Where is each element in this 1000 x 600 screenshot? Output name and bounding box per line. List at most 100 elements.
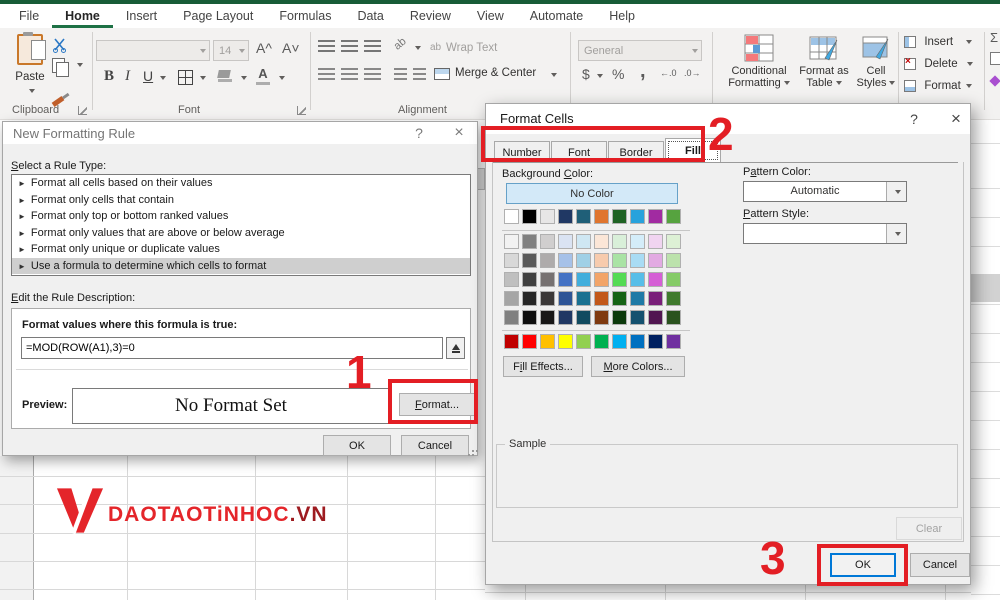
color-swatch[interactable] — [612, 209, 627, 224]
align-left-icon[interactable] — [318, 68, 335, 80]
color-swatch[interactable] — [594, 272, 609, 287]
scroll-grip[interactable] — [477, 168, 485, 190]
color-swatch[interactable] — [504, 253, 519, 268]
color-swatch[interactable] — [576, 272, 591, 287]
color-swatch[interactable] — [612, 234, 627, 249]
cancel-button[interactable]: Cancel — [401, 435, 469, 456]
color-swatch[interactable] — [630, 272, 645, 287]
color-swatch[interactable] — [558, 234, 573, 249]
rule-type-option[interactable]: ► Format only top or bottom ranked values — [12, 208, 470, 225]
formula-input[interactable] — [21, 337, 443, 359]
fill-icon[interactable] — [990, 52, 1000, 65]
cell-styles-button[interactable]: Cell Styles — [852, 36, 900, 89]
combo-arrow[interactable] — [886, 182, 906, 201]
align-top-icon[interactable] — [318, 40, 335, 52]
autosum-icon[interactable]: Σ — [990, 30, 998, 45]
decrease-decimal-button[interactable]: .0→ — [684, 68, 701, 78]
accounting-chevron-icon[interactable] — [597, 74, 603, 78]
color-swatch[interactable] — [594, 291, 609, 306]
color-swatch[interactable] — [522, 234, 537, 249]
color-swatch[interactable] — [648, 272, 663, 287]
fill-effects-button[interactable]: Fill Effects... — [503, 356, 583, 377]
no-color-button[interactable]: No Color — [506, 183, 678, 204]
color-swatch[interactable] — [540, 272, 555, 287]
color-swatch[interactable] — [540, 310, 555, 325]
merge-center-chevron-icon[interactable] — [551, 73, 557, 77]
color-swatch[interactable] — [666, 310, 681, 325]
decrease-indent-icon[interactable] — [394, 68, 407, 80]
color-swatch[interactable] — [504, 334, 519, 349]
cancel-button[interactable]: Cancel — [910, 553, 970, 577]
color-swatch[interactable] — [630, 334, 645, 349]
color-swatch[interactable] — [522, 272, 537, 287]
color-swatch[interactable] — [630, 291, 645, 306]
color-swatch[interactable] — [540, 291, 555, 306]
fill-color-chevron-icon[interactable] — [241, 76, 247, 80]
conditional-formatting-button[interactable]: Conditional Formatting — [726, 34, 792, 89]
help-icon[interactable]: ? — [902, 111, 926, 127]
copy-chevron-icon[interactable] — [77, 63, 83, 67]
color-swatch[interactable] — [666, 209, 681, 224]
ribbon-tab[interactable]: Data — [344, 4, 396, 28]
color-swatch[interactable] — [522, 310, 537, 325]
align-center-icon[interactable] — [341, 68, 358, 80]
ribbon-tab[interactable]: View — [464, 4, 517, 28]
color-swatch[interactable] — [558, 334, 573, 349]
color-swatch[interactable] — [648, 310, 663, 325]
format-as-table-button[interactable]: Format as Table — [794, 36, 854, 89]
color-swatch[interactable] — [576, 253, 591, 268]
clipboard-dialog-launcher-icon[interactable] — [78, 106, 87, 115]
bold-button[interactable]: B — [104, 68, 114, 85]
increase-decimal-button[interactable]: ←.0 — [660, 68, 677, 78]
comma-style-button[interactable]: , — [640, 60, 646, 83]
color-swatch[interactable] — [648, 291, 663, 306]
increase-indent-icon[interactable] — [413, 68, 426, 80]
color-swatch[interactable] — [648, 209, 663, 224]
font-dialog-launcher-icon[interactable] — [297, 106, 306, 115]
ok-button[interactable]: OK — [323, 435, 391, 456]
ribbon-tab[interactable]: Formulas — [266, 4, 344, 28]
format-cells-button[interactable]: Format — [904, 78, 973, 92]
combo-arrow[interactable] — [886, 224, 906, 243]
rule-type-option[interactable]: ► Format only unique or duplicate values — [12, 241, 470, 258]
color-swatch[interactable] — [540, 209, 555, 224]
color-swatch[interactable] — [504, 310, 519, 325]
font-name-combo[interactable] — [96, 40, 210, 61]
collapse-dialog-button[interactable] — [446, 337, 465, 359]
rule-type-option[interactable]: ► Format only values that are above or be… — [12, 225, 470, 242]
color-swatch[interactable] — [522, 334, 537, 349]
color-swatch[interactable] — [594, 234, 609, 249]
color-swatch[interactable] — [666, 253, 681, 268]
italic-button[interactable]: I — [125, 68, 130, 85]
align-bottom-icon[interactable] — [364, 40, 381, 52]
font-color-chevron-icon[interactable] — [279, 76, 285, 80]
ribbon-tab[interactable]: Automate — [517, 4, 597, 28]
paste-button[interactable]: Paste — [10, 32, 50, 97]
insert-cells-button[interactable]: Insert — [904, 34, 973, 48]
color-swatch[interactable] — [648, 334, 663, 349]
color-swatch[interactable] — [558, 272, 573, 287]
align-middle-icon[interactable] — [341, 40, 358, 52]
color-swatch[interactable] — [558, 310, 573, 325]
fill-color-button[interactable] — [217, 70, 232, 82]
color-swatch[interactable] — [576, 209, 591, 224]
color-swatch[interactable] — [504, 234, 519, 249]
ribbon-tab[interactable]: Review — [397, 4, 464, 28]
color-swatch[interactable] — [612, 310, 627, 325]
color-swatch[interactable] — [558, 291, 573, 306]
percent-style-button[interactable]: % — [612, 66, 624, 82]
ribbon-tab[interactable]: Page Layout — [170, 4, 266, 28]
color-swatch[interactable] — [594, 334, 609, 349]
color-swatch[interactable] — [540, 253, 555, 268]
cut-icon[interactable] — [52, 38, 67, 53]
ribbon-tab[interactable]: File — [6, 4, 52, 28]
color-swatch[interactable] — [522, 209, 537, 224]
color-swatch[interactable] — [612, 334, 627, 349]
color-swatch[interactable] — [558, 209, 573, 224]
rule-type-option[interactable]: ► Format only cells that contain — [12, 192, 470, 209]
orientation-chevron-icon[interactable] — [415, 46, 421, 50]
pattern-style-combo[interactable] — [743, 223, 907, 244]
color-swatch[interactable] — [630, 253, 645, 268]
color-swatch[interactable] — [504, 291, 519, 306]
align-right-icon[interactable] — [364, 68, 381, 80]
